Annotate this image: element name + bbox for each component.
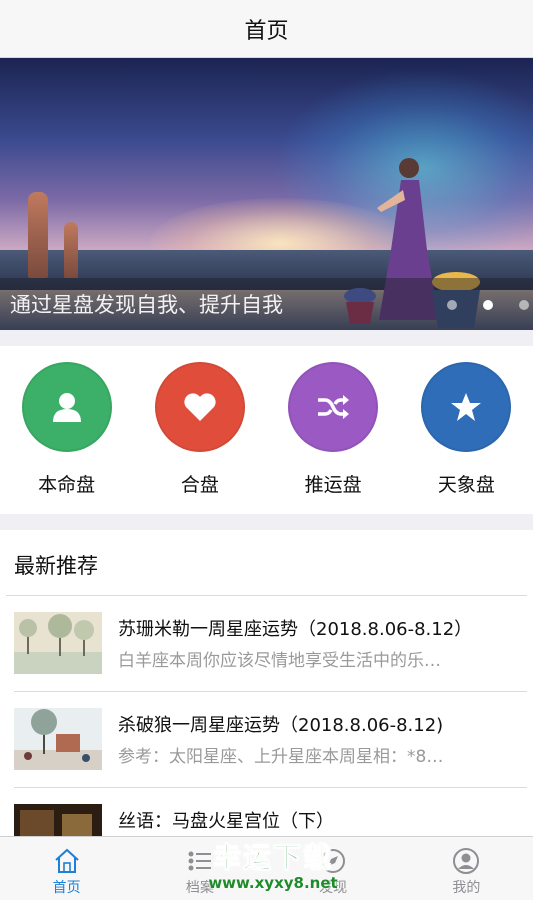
feature-progression-chart[interactable]: 推运盘 (273, 362, 393, 514)
banner-rock (64, 222, 78, 278)
feature-sky-chart[interactable]: 天象盘 (406, 362, 526, 514)
feature-circle[interactable] (21, 362, 112, 452)
page-title: 首页 (244, 18, 289, 44)
article-thumbnail (14, 804, 102, 836)
feature-label: 天象盘 (437, 474, 495, 496)
list-icon (188, 851, 211, 871)
tab-mine[interactable]: 我的 (400, 837, 533, 900)
tab-label: 档案 (185, 880, 214, 896)
article-title: 杀破狼一周星座运势（2018.8.06-8.12) (118, 715, 444, 736)
tab-archive[interactable]: 档案 (133, 837, 266, 900)
feature-natal-chart[interactable]: 本命盘 (7, 362, 127, 514)
banner-caption: 通过星盘发现自我、提升自我 (10, 293, 283, 317)
feature-circle[interactable] (421, 362, 512, 452)
carousel-dot[interactable] (447, 300, 457, 310)
tab-label: 我的 (452, 880, 481, 896)
article-thumbnail (14, 612, 102, 674)
latest-recommendations: 最新推荐 苏珊米勒一周星座运势（2018.8.06-8.12） 白羊座本周你应该… (0, 530, 533, 836)
list-item[interactable]: 苏珊米勒一周星座运势（2018.8.06-8.12） 白羊座本周你应该尽情地享受… (14, 596, 527, 692)
star-icon (451, 393, 482, 421)
section-title: 最新推荐 (6, 530, 527, 596)
user-icon (52, 393, 81, 422)
list-item[interactable]: 杀破狼一周星座运势（2018.8.06-8.12) 参考：太阳星座、上升星座本周… (14, 692, 527, 788)
feature-label: 推运盘 (304, 474, 362, 496)
tab-label: 发现 (319, 880, 348, 896)
article-description: 参考：太阳星座、上升星座本周星相：*8… (118, 747, 444, 767)
tab-label: 首页 (52, 880, 81, 896)
banner-carousel[interactable]: 通过星盘发现自我、提升自我 (0, 58, 533, 330)
list-item[interactable]: 丝语：马盘火星宫位（下） (14, 788, 527, 836)
feature-label: 合盘 (180, 474, 219, 496)
feature-shortcuts: 本命盘 合盘 推运盘 天象盘 (0, 346, 533, 514)
carousel-indicator (447, 300, 529, 310)
feature-synastry-chart[interactable]: 合盘 (140, 362, 260, 514)
article-title: 丝语：马盘火星宫位（下） (118, 811, 334, 832)
carousel-dot[interactable] (519, 300, 529, 310)
feature-circle[interactable] (154, 362, 245, 452)
profile-icon (453, 848, 480, 874)
feature-label: 本命盘 (38, 474, 96, 496)
article-title: 苏珊米勒一周星座运势（2018.8.06-8.12） (118, 619, 473, 640)
shuffle-icon (318, 395, 350, 419)
article-description: 白羊座本周你应该尽情地享受生活中的乐… (118, 651, 441, 671)
tab-home[interactable]: 首页 (0, 837, 133, 900)
heart-icon (184, 393, 216, 421)
carousel-dot-active[interactable] (483, 300, 493, 310)
home-icon (54, 848, 79, 873)
banner-rock (28, 192, 48, 278)
tab-discover[interactable]: 发现 (267, 837, 400, 900)
article-thumbnail (14, 708, 102, 770)
tab-bar: 首页 档案 发现 我的 (0, 836, 533, 900)
compass-icon (321, 849, 346, 873)
feature-circle[interactable] (288, 362, 379, 452)
navigation-bar: 首页 (0, 0, 533, 58)
